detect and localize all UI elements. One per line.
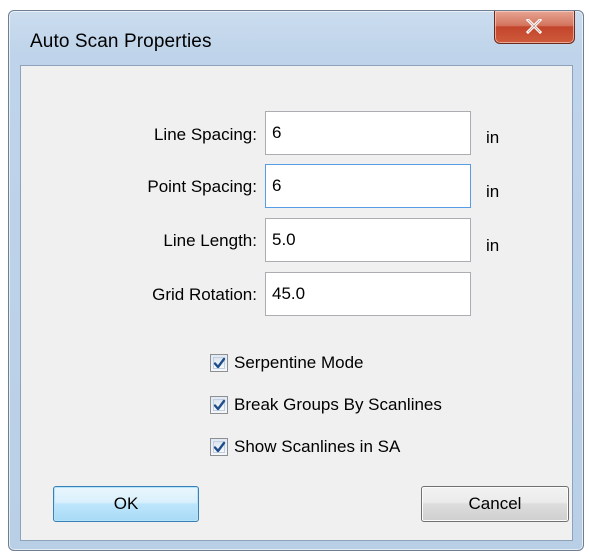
checkbox-box[interactable] — [210, 396, 228, 414]
dialog-body: Line Spacing: in Point Spacing: in Line … — [20, 65, 573, 541]
line-length-input[interactable] — [265, 218, 471, 262]
serpentine-mode-label: Serpentine Mode — [234, 353, 364, 372]
point-spacing-input[interactable] — [265, 164, 471, 208]
line-spacing-label: Line Spacing: — [153, 125, 257, 144]
checkmark-icon — [213, 357, 226, 369]
line-length-label: Line Length: — [163, 231, 257, 250]
close-icon — [526, 19, 542, 34]
line-spacing-unit: in — [486, 128, 500, 147]
checkbox-box[interactable] — [210, 354, 228, 372]
ok-button[interactable]: OK — [53, 486, 199, 522]
point-spacing-label: Point Spacing: — [147, 177, 257, 196]
serpentine-mode-checkbox[interactable]: Serpentine Mode — [210, 352, 363, 374]
checkmark-icon — [213, 441, 226, 453]
break-groups-checkbox[interactable]: Break Groups By Scanlines — [210, 394, 442, 416]
show-scanlines-label: Show Scanlines in SA — [234, 437, 401, 456]
cancel-button[interactable]: Cancel — [421, 486, 569, 522]
close-button[interactable] — [494, 11, 575, 44]
checkbox-box[interactable] — [210, 438, 228, 456]
break-groups-label: Break Groups By Scanlines — [234, 395, 442, 414]
window-title: Auto Scan Properties — [30, 31, 212, 52]
grid-rotation-label: Grid Rotation: — [152, 285, 257, 304]
grid-rotation-input[interactable] — [265, 272, 471, 316]
auto-scan-properties-dialog: Auto Scan Properties Line Spacing: in Po… — [8, 10, 584, 551]
show-scanlines-checkbox[interactable]: Show Scanlines in SA — [210, 436, 400, 458]
title-bar[interactable]: Auto Scan Properties — [9, 11, 583, 67]
line-length-unit: in — [486, 236, 500, 255]
line-spacing-input[interactable] — [265, 111, 471, 155]
checkmark-icon — [213, 399, 226, 411]
point-spacing-unit: in — [486, 182, 500, 201]
